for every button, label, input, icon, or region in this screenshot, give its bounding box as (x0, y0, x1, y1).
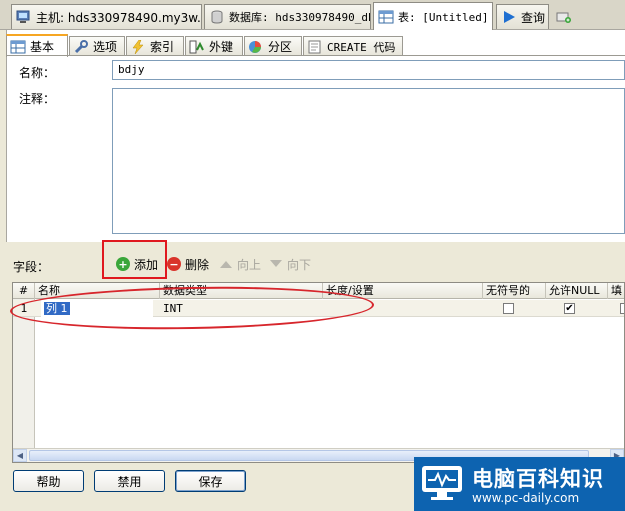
allow-null-checkbox[interactable]: ✔ (564, 303, 575, 314)
new-tab-icon (556, 12, 571, 23)
tab-basic[interactable]: 基本 (6, 34, 68, 57)
watermark-url: www.pc-daily.com (472, 491, 580, 505)
watermark-title: 电脑百科知识 (472, 467, 604, 491)
help-button[interactable]: 帮助 (13, 470, 84, 492)
tab-options-label: 选项 (93, 40, 118, 54)
fields-toolbar: 字段： + 添加 − 删除 向上 向下 (0, 246, 625, 284)
disable-button[interactable]: 禁用 (94, 470, 165, 492)
tab-foreign-keys-label: 外键 (209, 40, 234, 54)
tab-table[interactable]: 表: [Untitled] (373, 2, 493, 30)
tab-basic-label: 基本 (30, 40, 55, 54)
partition-pie-icon (249, 40, 261, 53)
pc-daily-logo-icon (422, 466, 462, 500)
wrench-icon (74, 39, 88, 53)
host-icon (16, 10, 30, 23)
move-up-button[interactable]: 向上 (219, 255, 261, 273)
delete-circle-icon: − (167, 257, 181, 271)
move-down-button[interactable]: 向下 (269, 255, 311, 273)
table-grid-icon (10, 40, 26, 53)
watermark-banner: 电脑百科知识 www.pc-daily.com (414, 457, 625, 511)
tab-create-code[interactable]: CREATE 代码 (303, 36, 403, 56)
code-icon (308, 40, 321, 53)
name-label: 名称： (19, 66, 56, 80)
tab-database[interactable]: 数据库: hds330978490_db (204, 4, 371, 29)
tab-query[interactable]: 查询 (496, 4, 549, 29)
fields-label: 字段： (13, 260, 50, 274)
tab-divider (6, 55, 625, 56)
tab-create-code-label: CREATE 代码 (327, 40, 396, 54)
tab-database-label: 数据库: hds330978490_db (229, 11, 371, 24)
move-up-label: 向上 (237, 257, 262, 272)
column-header-number[interactable]: # (13, 283, 35, 299)
table-name-input[interactable]: bdjy (112, 60, 625, 80)
tab-query-label: 查询 (521, 10, 546, 25)
tab-host-label: 主机: hds330978490.my3w.c··· (36, 10, 202, 25)
fill-checkbox[interactable] (620, 303, 624, 314)
tab-host[interactable]: 主机: hds330978490.my3w.c··· (11, 4, 202, 29)
document-tab-bar: 主机: hds330978490.my3w.c··· 数据库: hds33097… (0, 0, 625, 30)
tab-partitions[interactable]: 分区 (244, 36, 302, 56)
delete-field-label: 删除 (185, 257, 210, 272)
tab-foreign-keys[interactable]: 外键 (185, 36, 243, 56)
move-down-label: 向下 (287, 257, 312, 272)
new-query-tab-button[interactable] (552, 4, 578, 29)
query-run-icon (504, 11, 515, 23)
row-number-column (13, 299, 35, 462)
save-button[interactable]: 保存 (175, 470, 246, 492)
table-icon (378, 10, 394, 23)
tab-indexes-label: 索引 (150, 40, 175, 54)
database-icon (211, 10, 223, 24)
scroll-left-icon[interactable]: ◀ (13, 449, 27, 462)
column-header-unsigned[interactable]: 无符号的 (483, 283, 546, 299)
unsigned-checkbox[interactable] (503, 303, 514, 314)
tab-options[interactable]: 选项 (69, 36, 125, 56)
lightning-icon (132, 39, 144, 54)
comment-label: 注释： (19, 92, 56, 106)
arrow-down-icon (270, 260, 282, 267)
comment-textarea[interactable] (112, 88, 625, 234)
add-button-highlight-box (102, 240, 167, 279)
tab-indexes[interactable]: 索引 (126, 36, 184, 56)
tab-partitions-label: 分区 (268, 40, 293, 54)
tab-table-label: 表: [Untitled] (398, 10, 489, 24)
column-header-allow-null[interactable]: 允许NULL (546, 283, 608, 299)
delete-field-button[interactable]: − 删除 (167, 255, 209, 273)
column-header-fill[interactable]: 填 (608, 283, 624, 299)
foreign-key-icon (189, 40, 204, 53)
arrow-up-icon (220, 261, 232, 268)
